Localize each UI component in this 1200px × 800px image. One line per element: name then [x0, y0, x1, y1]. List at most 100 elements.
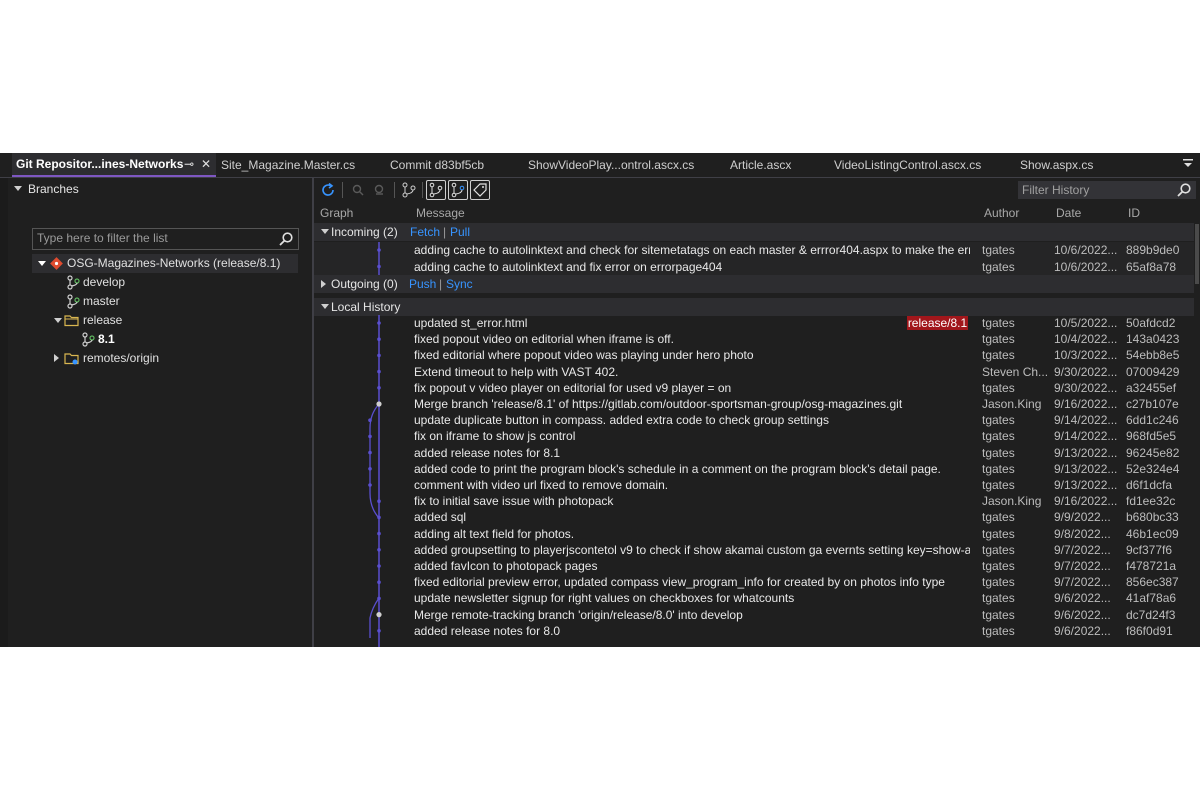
- commit-row[interactable]: added favIcon to photopack pages tgates 9/…: [314, 558, 1194, 574]
- commit-id: d6f1dcfa: [1126, 478, 1173, 492]
- branches-header[interactable]: Branches: [14, 180, 79, 198]
- search-icon[interactable]: [278, 231, 294, 247]
- commit-id: 65af8a78: [1126, 259, 1177, 274]
- commit-author: tgates: [982, 380, 1015, 395]
- commit-row[interactable]: fix on iframe to show js control tgates 9/…: [314, 428, 1194, 444]
- refresh-icon[interactable]: [318, 180, 338, 200]
- tab-article[interactable]: Article.ascx: [730, 153, 820, 177]
- commit-message: added favIcon to photopack pages: [414, 559, 598, 573]
- tab-label: Commit d83bf5cb: [390, 158, 485, 172]
- commit-id: 96245e82: [1126, 445, 1180, 460]
- commit-row[interactable]: added release notes for 8.1 tgates 9/13/20…: [314, 445, 1194, 461]
- commit-row[interactable]: adding cache to autolinktext and check f…: [314, 242, 1194, 258]
- commit-row[interactable]: Merge branch 'release/8.1' of https://gi…: [314, 396, 1194, 412]
- branch-master[interactable]: master: [32, 292, 298, 311]
- commit-row[interactable]: added groupsetting to playerjscontetol v…: [314, 542, 1194, 558]
- commit-author: Jason.King: [982, 397, 1042, 411]
- commit-date: 9/9/2022...: [1054, 510, 1111, 525]
- commit-date: 9/14/2022...: [1054, 413, 1118, 428]
- commit-row[interactable]: fixed editorial where popout video was p…: [314, 347, 1194, 363]
- commit-row[interactable]: update newsletter signup for right value…: [314, 590, 1194, 606]
- column-author[interactable]: Author: [984, 204, 1019, 222]
- fetch-link[interactable]: Fetch: [410, 223, 440, 241]
- document-tab-strip: Git Repositor...ines-Networks ⊸ ✕ Site_M…: [0, 153, 1200, 177]
- sync-link[interactable]: Sync: [446, 275, 473, 293]
- vertical-scrollbar[interactable]: [1194, 222, 1200, 647]
- commit-row[interactable]: updated st_error.html tgates 10/5/2022... 5…: [314, 315, 1194, 331]
- commit-id: 9cf377f6: [1126, 542, 1173, 557]
- local-history-section-header[interactable]: Local History: [314, 298, 1194, 316]
- commit-message: added sql: [414, 510, 467, 525]
- folder-remotes-origin[interactable]: remotes/origin: [32, 349, 298, 368]
- commit-author: tgates: [982, 607, 1015, 622]
- commit-row[interactable]: Extend timeout to help with VAST 402. Ste…: [314, 364, 1194, 380]
- outgoing-section-header[interactable]: Outgoing (0) Push | Sync: [314, 275, 1194, 293]
- commit-row[interactable]: fix popout v video player on editorial f…: [314, 380, 1194, 396]
- tab-git-repository[interactable]: Git Repositor...ines-Networks ⊸ ✕: [12, 153, 216, 177]
- commit-row[interactable]: adding cache to autolinktext and fix err…: [314, 259, 1194, 275]
- commit-date: 9/6/2022...: [1054, 623, 1111, 638]
- show-tags-icon[interactable]: [470, 180, 490, 200]
- commit-author: Jason.King: [982, 494, 1042, 509]
- tab-site-magazine-master[interactable]: Site_Magazine.Master.cs: [221, 153, 371, 177]
- branch-tag-badge[interactable]: release/8.1: [907, 316, 968, 330]
- close-icon[interactable]: ✕: [201, 153, 211, 175]
- tab-overflow-icon[interactable]: [1182, 153, 1194, 177]
- folder-label: remotes/origin: [83, 351, 160, 365]
- incoming-section-header[interactable]: Incoming (2) Fetch | Pull: [314, 223, 1194, 241]
- history-pane: Graph Message Author Date ID Incoming (2…: [314, 178, 1200, 647]
- commit-row[interactable]: Merge remote-tracking branch 'origin/rel…: [314, 607, 1194, 623]
- show-local-icon[interactable]: [426, 180, 446, 200]
- tab-showvideoplayer[interactable]: ShowVideoPlay...ontrol.ascx.cs: [528, 153, 713, 177]
- collapse-icon: [14, 186, 22, 191]
- show-branches-icon[interactable]: [399, 180, 419, 200]
- branch-filter-input[interactable]: [37, 230, 273, 246]
- tab-videolistingcontrol[interactable]: VideoListingControl.ascx.cs: [834, 153, 1004, 177]
- commit-row[interactable]: adding alt text field for photos. tgates 9…: [314, 526, 1194, 542]
- repo-node[interactable]: OSG-Magazines-Networks (release/8.1): [32, 254, 298, 273]
- push-link[interactable]: Push: [409, 275, 436, 293]
- pull-link[interactable]: Pull: [450, 223, 470, 241]
- commit-message: adding cache to autolinktext and check f…: [414, 243, 970, 257]
- commit-row[interactable]: added release notes for 8.0 tgates 9/6/202…: [314, 623, 1194, 639]
- commit-row[interactable]: comment with video url fixed to remove d…: [314, 477, 1194, 493]
- commit-id: 54ebb8e5: [1126, 348, 1180, 363]
- branches-pane: Branches OSG-Magazines-Networks (release…: [8, 178, 304, 647]
- column-graph[interactable]: Graph: [320, 204, 353, 222]
- column-message[interactable]: Message: [416, 204, 465, 222]
- commit-row[interactable]: fixed editorial preview error, updated c…: [314, 574, 1194, 590]
- git-repository-window: Git Repositor...ines-Networks ⊸ ✕ Site_M…: [0, 153, 1200, 647]
- commit-message: update duplicate button in compass. adde…: [414, 413, 829, 428]
- folder-release[interactable]: release: [32, 311, 298, 330]
- commit-author: tgates: [982, 542, 1015, 557]
- commit-row[interactable]: update duplicate button in compass. adde…: [314, 412, 1194, 428]
- local-history-title: Local History: [331, 300, 401, 314]
- commit-id: 856ec387: [1126, 575, 1179, 590]
- search-icon[interactable]: [1176, 182, 1192, 198]
- tab-label: Git Repositor...ines-Networks: [16, 157, 184, 171]
- commit-row[interactable]: fix to initial save issue with photopack…: [314, 493, 1194, 509]
- fetch-icon[interactable]: [348, 180, 368, 200]
- folder-icon: [64, 313, 79, 328]
- branch-8-1[interactable]: 8.1: [32, 330, 298, 349]
- commit-author: tgates: [982, 526, 1015, 541]
- pull-icon[interactable]: [370, 180, 390, 200]
- column-id[interactable]: ID: [1128, 204, 1140, 222]
- scrollbar-thumb[interactable]: [1195, 224, 1199, 284]
- commit-message: adding cache to autolinktext and fix err…: [414, 259, 723, 274]
- show-remote-icon[interactable]: [448, 180, 468, 200]
- branch-develop[interactable]: develop: [32, 273, 298, 292]
- commit-message: updated st_error.html: [414, 316, 528, 330]
- commit-row[interactable]: added code to print the program block's …: [314, 461, 1194, 477]
- tab-label: Show.aspx.cs: [1020, 158, 1094, 172]
- commit-author: tgates: [982, 243, 1015, 257]
- tab-commit[interactable]: Commit d83bf5cb: [390, 153, 510, 177]
- pin-icon[interactable]: ⊸: [184, 153, 194, 175]
- commit-id: b680bc33: [1126, 510, 1179, 525]
- tab-show-aspx[interactable]: Show.aspx.cs: [1020, 153, 1120, 177]
- commit-row[interactable]: added sql tgates 9/9/2022... b680bc33: [314, 509, 1194, 525]
- filter-history-input[interactable]: [1022, 182, 1172, 198]
- commit-author: tgates: [982, 623, 1015, 638]
- commit-row[interactable]: fixed popout video on editorial when ifr…: [314, 331, 1194, 347]
- column-date[interactable]: Date: [1056, 204, 1081, 222]
